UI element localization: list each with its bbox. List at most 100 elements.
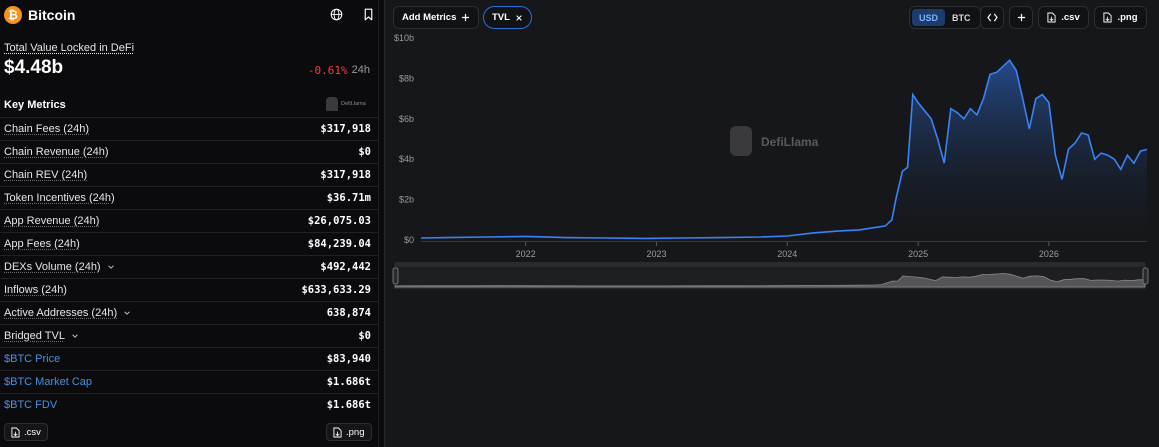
tvl-change: -0.61% 24h <box>308 64 370 77</box>
chart-watermark: DefiLlama <box>730 126 819 156</box>
metric-label-text: Chain REV (24h) <box>4 169 88 181</box>
add-metrics-button[interactable]: Add Metrics <box>393 6 480 29</box>
navigator-right-handle[interactable] <box>1142 267 1149 285</box>
y-tick-label: $8b <box>399 73 414 83</box>
x-tick-label: 2023 <box>646 249 666 259</box>
metric-label: DEXs Volume (24h) <box>4 261 115 273</box>
metric-label[interactable]: $BTC FDV <box>4 399 57 411</box>
tvl-metric-pill[interactable]: TVL <box>483 6 532 29</box>
metric-row: Chain Fees (24h) $317,918 <box>0 117 378 140</box>
metric-label: Chain Fees (24h) <box>4 123 89 135</box>
metric-value: $492,442 <box>320 261 371 273</box>
metric-value: $317,918 <box>320 169 371 181</box>
bitcoin-logo: ₿ <box>4 6 22 24</box>
defillama-brand-text: DefiLlama <box>341 101 366 107</box>
chevron-down-icon[interactable] <box>71 332 79 340</box>
close-icon <box>516 14 522 21</box>
metric-label: Active Addresses (24h) <box>4 307 131 319</box>
metric-label: App Fees (24h) <box>4 238 80 250</box>
metric-row: Token Incentives (24h) $36.71m <box>0 186 378 209</box>
metric-row[interactable]: Active Addresses (24h) 638,874 <box>0 301 378 324</box>
navigator-drag-bar[interactable] <box>395 262 1145 267</box>
key-metrics-title: Key Metrics <box>4 99 66 111</box>
defillama-logo-icon <box>326 97 338 111</box>
metric-label: App Revenue (24h) <box>4 215 99 227</box>
embed-button[interactable] <box>980 6 1004 29</box>
y-tick-label: $2b <box>399 195 414 205</box>
metric-label: Token Incentives (24h) <box>4 192 115 204</box>
metric-label-text: Bridged TVL <box>4 330 65 342</box>
chart-png-button[interactable]: .png <box>1094 6 1147 29</box>
btc-toggle[interactable]: BTC <box>945 9 978 26</box>
metric-label-text: Chain Revenue (24h) <box>4 146 109 158</box>
chevron-down-icon[interactable] <box>107 263 115 271</box>
metric-label: Chain REV (24h) <box>4 169 87 181</box>
png-download-button[interactable]: .png <box>326 423 372 441</box>
metric-row[interactable]: Bridged TVL $0 <box>0 324 378 347</box>
currency-toggle: USD BTC <box>909 6 981 29</box>
x-tick-label: 2024 <box>777 249 797 259</box>
y-tick-label: $10b <box>394 33 414 43</box>
y-tick-label: $0 <box>404 235 414 245</box>
navigator-left-handle[interactable] <box>392 267 399 285</box>
x-tick-label: 2025 <box>908 249 928 259</box>
metric-label[interactable]: $BTC Market Cap <box>4 376 92 388</box>
left-panel: ₿ Bitcoin Total Value Locked in DeFi $4.… <box>0 0 379 447</box>
metric-value: $26,075.03 <box>307 215 371 227</box>
metric-value: $317,918 <box>320 123 371 135</box>
x-tick-label: 2026 <box>1039 249 1059 259</box>
watermark-logo-icon <box>730 126 752 156</box>
file-icon <box>1103 12 1113 23</box>
tvl-label: Total Value Locked in DeFi <box>4 42 135 54</box>
file-icon <box>333 427 342 437</box>
tvl-area <box>421 60 1147 241</box>
file-icon <box>1047 12 1056 23</box>
metric-value: $633,633.29 <box>301 284 371 296</box>
y-tick-label: $6b <box>399 114 414 124</box>
tvl-value: $4.48b <box>4 57 64 78</box>
chain-header: ₿ Bitcoin <box>4 4 376 26</box>
add-metrics-label: Add Metrics <box>402 12 457 23</box>
usd-toggle[interactable]: USD <box>912 9 946 26</box>
metric-row: Chain REV (24h) $317,918 <box>0 163 378 186</box>
metric-value: $0 <box>358 146 371 158</box>
metric-label-text: $BTC Market Cap <box>4 376 93 388</box>
metric-label[interactable]: $BTC Price <box>4 353 60 365</box>
metric-label-text: DEXs Volume (24h) <box>4 261 101 273</box>
key-metrics-list: Chain Fees (24h) $317,918 Chain Revenue (2… <box>0 117 378 416</box>
add-chart-button[interactable] <box>1009 6 1033 29</box>
metric-value: $83,940 <box>326 353 371 365</box>
bookmark-icon[interactable] <box>360 6 376 22</box>
metric-value: $1.686t <box>326 399 371 411</box>
chart-csv-button[interactable]: .csv <box>1038 6 1089 29</box>
chain-name: Bitcoin <box>28 7 76 23</box>
chart-panel: Add Metrics TVL USD BTC .csv .png DefiLl… <box>384 0 1159 447</box>
chart-png-label: .png <box>1117 12 1138 23</box>
metric-label: Chain Revenue (24h) <box>4 146 109 158</box>
y-tick-label: $4b <box>399 154 414 164</box>
header-icons <box>328 6 376 22</box>
metric-row: App Fees (24h) $84,239.04 <box>0 232 378 255</box>
metric-label-text: App Revenue (24h) <box>4 215 100 227</box>
metric-value: $36.71m <box>326 192 371 204</box>
chart-csv-label: .csv <box>1061 12 1080 23</box>
x-tick-label: 2022 <box>516 249 536 259</box>
file-icon <box>11 427 20 437</box>
metric-label-text: $BTC FDV <box>4 399 58 411</box>
tvl-change-period: 24h <box>351 64 370 76</box>
metric-label-text: Active Addresses (24h) <box>4 307 118 319</box>
watermark-text: DefiLlama <box>761 135 819 149</box>
globe-icon[interactable] <box>328 6 344 22</box>
plus-icon <box>462 13 470 22</box>
csv-download-button[interactable]: .csv <box>4 423 48 441</box>
metric-row: App Revenue (24h) $26,075.03 <box>0 209 378 232</box>
tvl-chart-svg: DefiLlama $0 $2b $4b $6b $8b $10b 2022 2023 2024 2… <box>392 33 1149 289</box>
metric-row[interactable]: DEXs Volume (24h) $492,442 <box>0 255 378 278</box>
chevron-down-icon[interactable] <box>123 309 131 317</box>
metric-value: $0 <box>358 330 371 342</box>
metric-row: Chain Revenue (24h) $0 <box>0 140 378 163</box>
metric-value: $84,239.04 <box>307 238 371 250</box>
metric-label-text: Inflows (24h) <box>4 284 67 296</box>
metric-row: $BTC Price $83,940 <box>0 347 378 370</box>
metric-label: Bridged TVL <box>4 330 79 342</box>
